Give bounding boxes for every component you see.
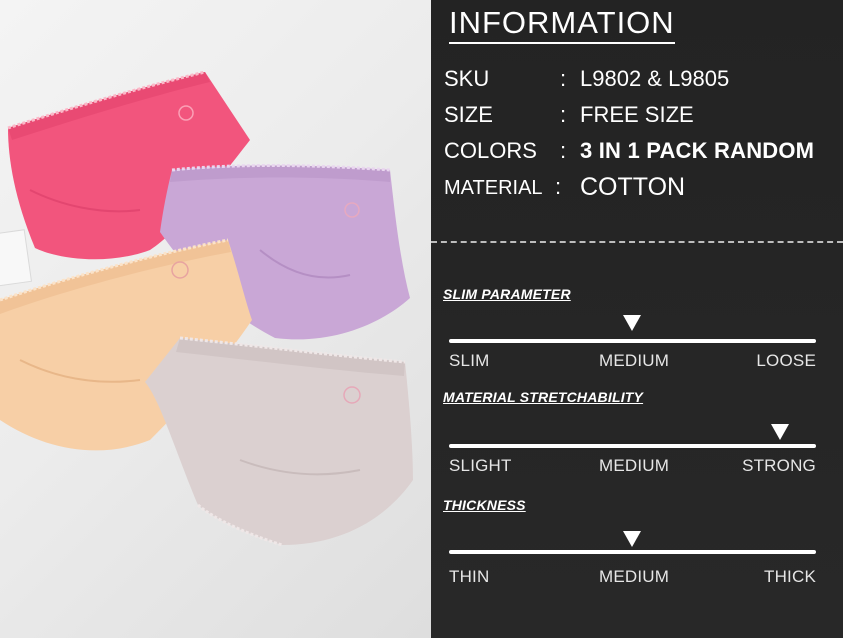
thickness-scale-bar (449, 550, 816, 554)
slim-label-mid: MEDIUM (599, 351, 670, 370)
thickness-label-low: THIN (449, 567, 490, 586)
stretch-label-mid: MEDIUM (599, 456, 670, 475)
thickness-label-high: THICK (764, 567, 816, 586)
spec-colon: : (560, 102, 567, 127)
product-photo (0, 0, 431, 638)
slim-marker-icon (623, 315, 641, 331)
thickness-marker-icon (623, 531, 641, 547)
paper-tag (0, 229, 33, 288)
spec-value-size: FREE SIZE (580, 102, 694, 127)
param-title-slim: SLIM PARAMETER (443, 286, 571, 302)
thickness-label-mid: MEDIUM (599, 567, 670, 586)
dashed-divider (431, 241, 843, 243)
spec-value-sku: L9802 & L9805 (580, 66, 730, 91)
slim-label-high: LOOSE (756, 351, 816, 370)
stretch-scale-bar (449, 444, 816, 448)
spec-value-colors: 3 IN 1 PACK RANDOM (580, 138, 815, 163)
param-title-stretch: MATERIAL STRETCHABILITY (443, 389, 644, 405)
info-title: INFORMATION (449, 6, 675, 44)
spec-key-size: SIZE (444, 102, 493, 127)
spec-colon: : (560, 66, 567, 91)
stretch-label-low: SLIGHT (449, 456, 512, 475)
taupe-brief (145, 336, 413, 547)
slim-scale-bar (449, 339, 816, 343)
slim-label-low: SLIM (449, 351, 490, 370)
product-info-graphic: INFORMATION SKU : L9802 & L9805 SIZE : F… (0, 0, 843, 638)
param-title-thickness: THICKNESS (443, 497, 526, 513)
stretch-marker-icon (771, 424, 789, 440)
spec-colon: : (560, 138, 567, 163)
stretch-label-high: STRONG (742, 456, 816, 475)
spec-key-colors: COLORS (444, 138, 537, 163)
spec-key-sku: SKU (444, 66, 490, 91)
spec-colon: : (555, 174, 562, 199)
product-photo-illustration (0, 70, 413, 547)
info-panel: INFORMATION SKU : L9802 & L9805 SIZE : F… (431, 0, 843, 638)
spec-value-material: COTTON (580, 173, 686, 201)
spec-key-material: MATERIAL (444, 177, 543, 199)
